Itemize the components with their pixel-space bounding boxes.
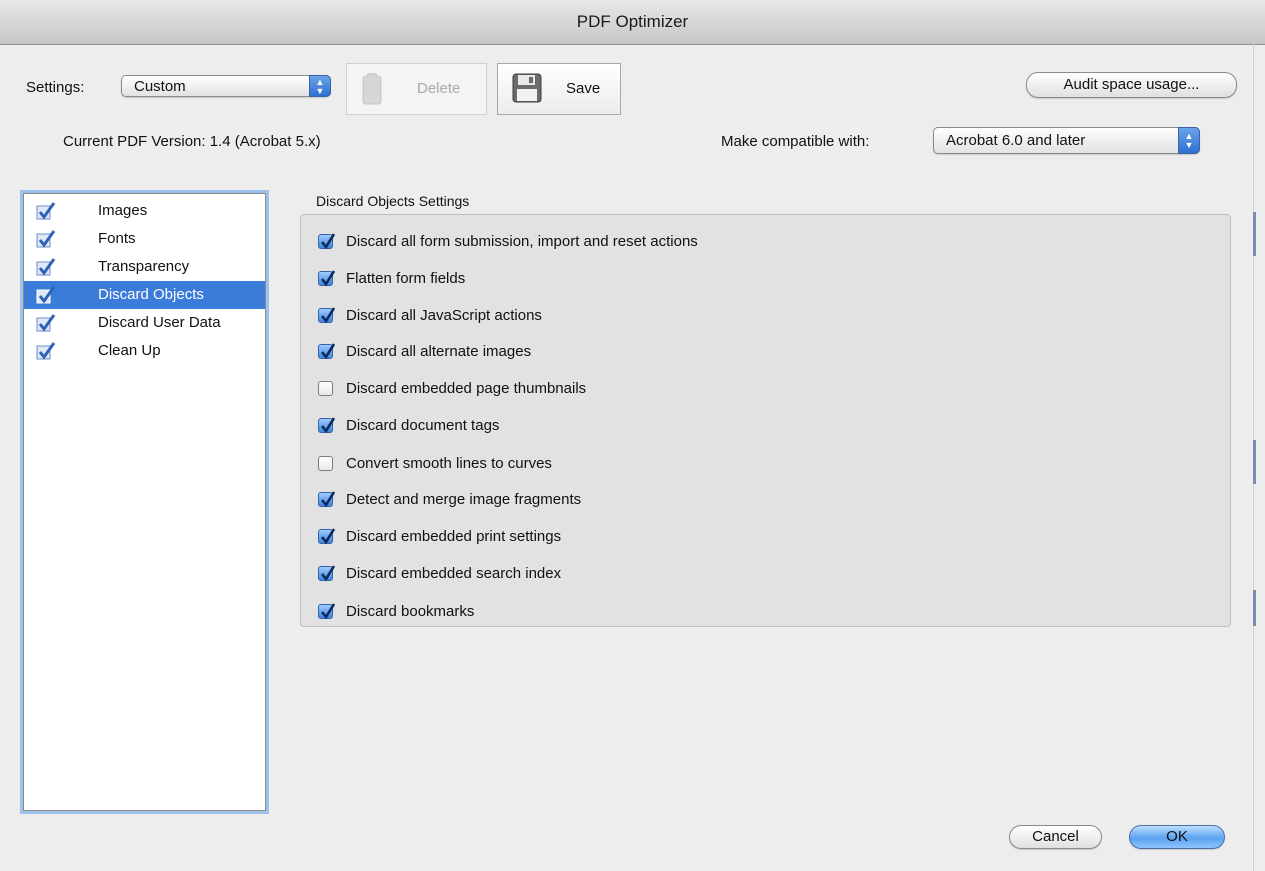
current-pdf-version: Current PDF Version: 1.4 (Acrobat 5.x) — [63, 133, 321, 150]
list-item-label: Clean Up — [98, 342, 161, 359]
option-label: Discard bookmarks — [346, 603, 475, 620]
discard-objects-settings-panel: Discard all form submission, import and … — [300, 214, 1231, 627]
audit-space-usage-label: Audit space usage... — [1063, 76, 1200, 93]
checkmark-icon — [320, 565, 335, 582]
option-label: Discard all form submission, import and … — [346, 233, 698, 250]
settings-select[interactable]: Custom ▲ ▼ — [121, 75, 331, 97]
checkmark-icon — [36, 342, 56, 360]
checkmark-icon — [320, 307, 335, 324]
compatibility-select-value: Acrobat 6.0 and later — [946, 132, 1086, 149]
cancel-button[interactable]: Cancel — [1009, 825, 1102, 849]
checkbox[interactable] — [318, 307, 335, 324]
settings-label: Settings: — [26, 79, 85, 96]
checkbox[interactable] — [318, 270, 335, 287]
category-list[interactable]: Images Fonts Transparency Discard Object… — [23, 193, 266, 811]
checkmark-icon — [36, 314, 56, 332]
updown-arrows-icon: ▲ ▼ — [309, 75, 331, 97]
checkbox[interactable] — [318, 491, 335, 508]
window-title-bar: PDF Optimizer — [0, 0, 1265, 45]
checkmark-icon — [320, 603, 335, 620]
list-item-label: Discard Objects — [98, 286, 204, 303]
delete-button[interactable]: Delete — [346, 63, 487, 115]
settings-select-value: Custom — [134, 78, 186, 95]
checkbox[interactable] — [318, 456, 333, 471]
checkmark-icon — [36, 258, 56, 276]
floppy-disk-icon — [512, 73, 542, 103]
updown-arrows-icon: ▲ ▼ — [1178, 127, 1200, 154]
edge-marker — [1253, 212, 1256, 256]
ok-button[interactable]: OK — [1129, 825, 1225, 849]
checkmark-icon — [320, 528, 335, 545]
save-button[interactable]: Save — [497, 63, 621, 115]
checkbox[interactable] — [318, 565, 335, 582]
audit-space-usage-button[interactable]: Audit space usage... — [1026, 72, 1237, 98]
option-label: Convert smooth lines to curves — [346, 455, 552, 472]
checkbox[interactable] — [318, 343, 335, 360]
window-title: PDF Optimizer — [576, 12, 689, 31]
edge-marker — [1253, 590, 1256, 626]
checkmark-icon — [320, 343, 335, 360]
list-item-label: Images — [98, 202, 148, 219]
compatibility-label: Make compatible with: — [721, 133, 870, 150]
checkbox[interactable] — [318, 233, 335, 250]
option-label: Discard all alternate images — [346, 343, 532, 360]
checkbox[interactable] — [318, 528, 335, 545]
checkmark-icon — [320, 233, 335, 250]
option-label: Flatten form fields — [346, 270, 466, 287]
checkmark-icon — [36, 286, 56, 304]
checkmark-icon — [320, 417, 335, 434]
option-label: Discard all JavaScript actions — [346, 307, 542, 324]
edge-marker — [1253, 440, 1256, 484]
list-item-clean-up[interactable]: Clean Up — [24, 337, 265, 365]
checkbox[interactable] — [318, 417, 335, 434]
option-label: Discard embedded page thumbnails — [346, 380, 587, 397]
list-item-label: Transparency — [98, 258, 190, 275]
list-item-label: Discard User Data — [98, 314, 221, 331]
checkbox[interactable] — [318, 603, 335, 620]
list-item-label: Fonts — [98, 230, 136, 247]
trash-icon — [362, 73, 382, 105]
checkmark-icon — [320, 270, 335, 287]
checkbox[interactable] — [318, 381, 333, 396]
delete-label: Delete — [417, 80, 461, 97]
list-item-transparency[interactable]: Transparency — [24, 253, 265, 281]
checkmark-icon — [36, 230, 56, 248]
option-label: Detect and merge image fragments — [346, 491, 582, 508]
option-label: Discard document tags — [346, 417, 500, 434]
list-item-discard-objects[interactable]: Discard Objects — [24, 281, 265, 309]
ok-label: OK — [1166, 828, 1188, 845]
list-item-fonts[interactable]: Fonts — [24, 225, 265, 253]
option-label: Discard embedded print settings — [346, 528, 562, 545]
option-label: Discard embedded search index — [346, 565, 562, 582]
list-item-images[interactable]: Images — [24, 197, 265, 225]
list-item-discard-user-data[interactable]: Discard User Data — [24, 309, 265, 337]
save-label: Save — [566, 80, 601, 97]
checkmark-icon — [36, 202, 56, 220]
cancel-label: Cancel — [1032, 828, 1079, 845]
panel-title: Discard Objects Settings — [316, 193, 470, 209]
compatibility-select[interactable]: Acrobat 6.0 and later ▲ ▼ — [933, 127, 1200, 154]
checkmark-icon — [320, 491, 335, 508]
